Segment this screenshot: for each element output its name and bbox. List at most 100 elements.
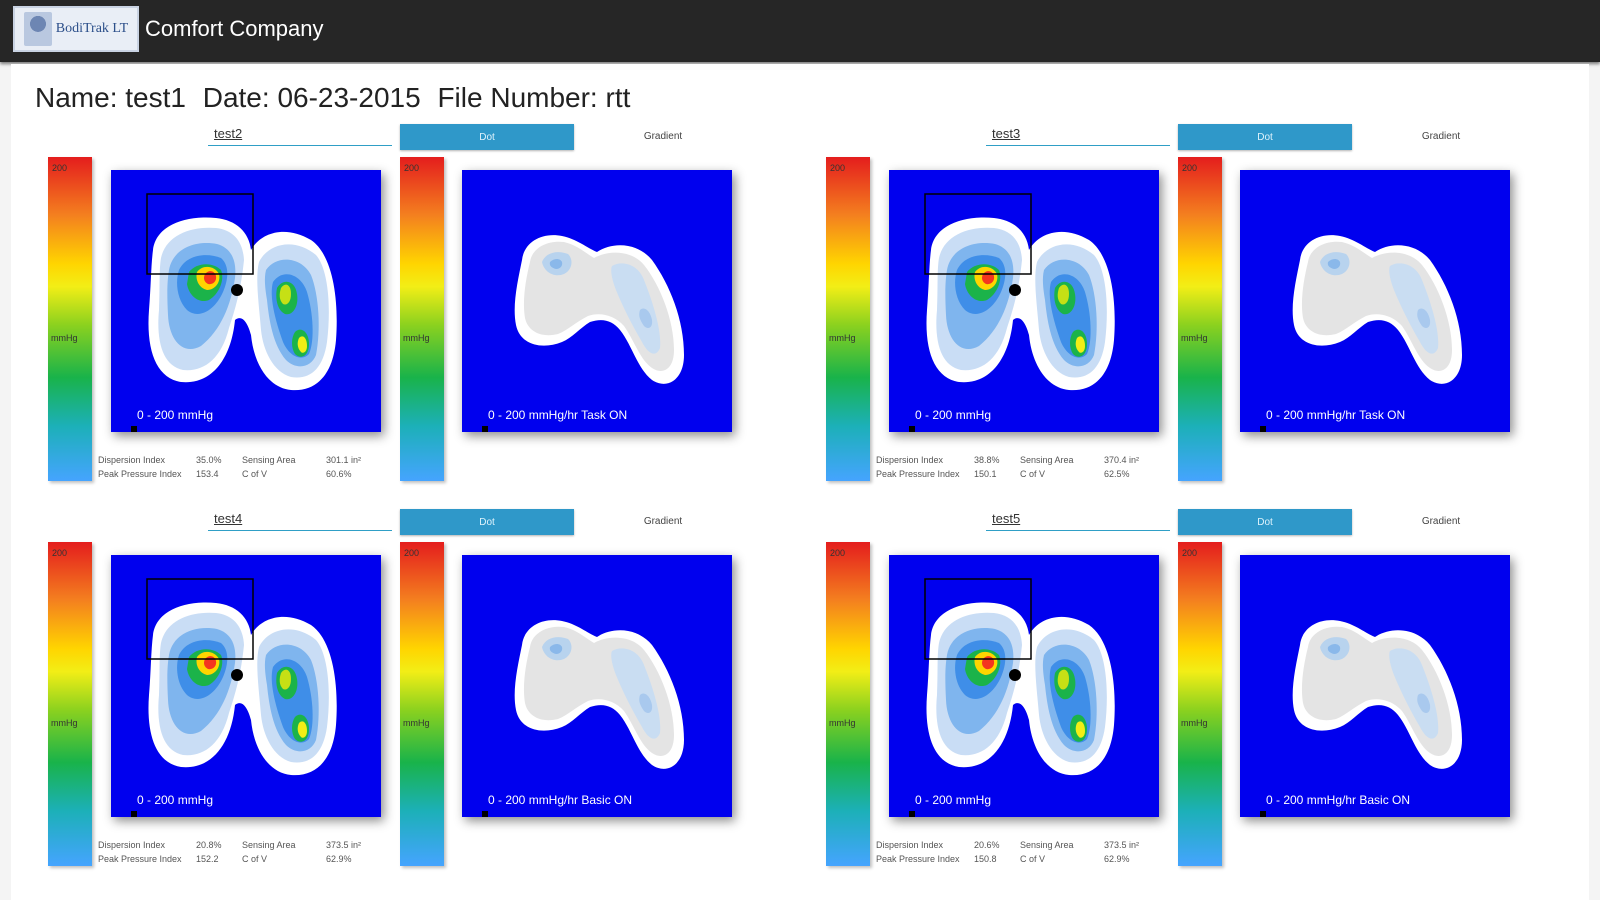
pressure-rate-contour bbox=[514, 620, 684, 769]
pressure-map-left[interactable]: 0 - 200 mmHg bbox=[889, 170, 1159, 432]
left-map-label: 0 - 200 mmHg bbox=[137, 793, 214, 807]
session-file-number: File Number: rtt bbox=[437, 82, 631, 113]
peak-pressure-index-value: 153.4 bbox=[196, 469, 219, 479]
sensing-area-value: 370.4 in² bbox=[1104, 455, 1140, 465]
rate-color-scale: 200 mmHg bbox=[400, 542, 444, 866]
sensing-area-value: 373.5 in² bbox=[326, 840, 362, 850]
gradient-view-button[interactable]: Gradient bbox=[618, 124, 708, 148]
pressure-contour bbox=[146, 578, 337, 776]
scale-unit-label: mmHg bbox=[403, 718, 430, 728]
pressure-rate-contour bbox=[1292, 620, 1462, 769]
pressure-contour bbox=[146, 193, 337, 391]
gradient-view-button[interactable]: Gradient bbox=[1396, 509, 1486, 533]
action-bar: BodiTrak LT Comfort Company bbox=[0, 0, 1600, 62]
comparison-panel-test3: test3 Dot Gradient 200 mmHg 0 - 200 mmHg bbox=[826, 124, 1586, 496]
app-logo[interactable]: BodiTrak LT bbox=[13, 6, 139, 52]
dot-view-button[interactable]: Dot bbox=[1178, 509, 1352, 535]
vitruvian-figure-icon bbox=[23, 12, 52, 46]
scale-unit-label: mmHg bbox=[403, 333, 430, 343]
pressure-map-right[interactable]: 0 - 200 mmHg/hr Basic ON bbox=[462, 555, 732, 817]
peak-pressure-index-value: 150.8 bbox=[974, 854, 997, 864]
scale-unit-label: mmHg bbox=[1181, 333, 1208, 343]
map-origin-marker bbox=[482, 811, 488, 817]
sensing-area-label: Sensing Area bbox=[242, 455, 296, 465]
dispersion-index-value: 38.8% bbox=[974, 455, 1000, 465]
pressure-color-scale: 200 mmHg bbox=[826, 542, 870, 866]
cofv-value: 62.9% bbox=[326, 854, 352, 864]
comparison-panel-test4: test4 Dot Gradient 200 mmHg 0 - 200 mmHg bbox=[48, 509, 808, 881]
map-origin-marker bbox=[131, 811, 137, 817]
scale-unit-label: mmHg bbox=[829, 718, 856, 728]
peak-pressure-index-value: 152.2 bbox=[196, 854, 219, 864]
pressure-map-left[interactable]: 0 - 200 mmHg bbox=[889, 555, 1159, 817]
cofv-label: C of V bbox=[1020, 469, 1046, 479]
scale-max-label: 200 bbox=[830, 163, 846, 173]
sensing-area-label: Sensing Area bbox=[1020, 455, 1074, 465]
app-title: Comfort Company bbox=[145, 16, 324, 41]
pressure-rate-contour bbox=[1292, 235, 1462, 384]
peak-pressure-index-label: Peak Pressure Index bbox=[98, 469, 182, 479]
pressure-statistics: Dispersion Index 20.6% Sensing Area 373.… bbox=[876, 840, 1166, 870]
dispersion-index-value: 20.8% bbox=[196, 840, 222, 850]
pressure-map-right[interactable]: 0 - 200 mmHg/hr Task ON bbox=[1240, 170, 1510, 432]
right-map-label: 0 - 200 mmHg/hr Basic ON bbox=[488, 793, 633, 807]
session-header: Name: test1 Date: 06-23-2015 File Number… bbox=[35, 82, 639, 114]
recording-name-tab[interactable]: test5 bbox=[986, 511, 1170, 531]
sensing-area-value: 373.5 in² bbox=[1104, 840, 1140, 850]
scale-max-label: 200 bbox=[1182, 163, 1198, 173]
rate-color-scale: 200 mmHg bbox=[1178, 542, 1222, 866]
cofv-value: 62.9% bbox=[1104, 854, 1130, 864]
comparison-panel-test5: test5 Dot Gradient 200 mmHg 0 - 200 mmHg bbox=[826, 509, 1586, 881]
session-date: Date: 06-23-2015 bbox=[202, 82, 421, 113]
pressure-map-right[interactable]: 0 - 200 mmHg/hr Basic ON bbox=[1240, 555, 1510, 817]
map-origin-marker bbox=[482, 426, 488, 432]
dispersion-index-label: Dispersion Index bbox=[98, 840, 166, 850]
map-origin-marker bbox=[909, 426, 915, 432]
scale-max-label: 200 bbox=[404, 163, 420, 173]
cofv-label: C of V bbox=[1020, 854, 1046, 864]
content-area: Name: test1 Date: 06-23-2015 File Number… bbox=[11, 64, 1589, 900]
dot-view-button[interactable]: Dot bbox=[400, 509, 574, 535]
logo-text: BodiTrak LT bbox=[55, 21, 129, 36]
pressure-statistics: Dispersion Index 35.0% Sensing Area 301.… bbox=[98, 455, 388, 485]
right-map-label: 0 - 200 mmHg/hr Task ON bbox=[488, 408, 628, 422]
pressure-color-scale: 200 mmHg bbox=[48, 542, 92, 866]
pressure-map-left[interactable]: 0 - 200 mmHg bbox=[111, 170, 381, 432]
cofv-value: 60.6% bbox=[326, 469, 352, 479]
pressure-statistics: Dispersion Index 20.8% Sensing Area 373.… bbox=[98, 840, 388, 870]
left-map-label: 0 - 200 mmHg bbox=[915, 408, 992, 422]
dispersion-index-label: Dispersion Index bbox=[876, 840, 944, 850]
pressure-rate-contour bbox=[514, 235, 684, 384]
left-map-label: 0 - 200 mmHg bbox=[137, 408, 214, 422]
recording-name-tab[interactable]: test4 bbox=[208, 511, 392, 531]
pressure-statistics: Dispersion Index 38.8% Sensing Area 370.… bbox=[876, 455, 1166, 485]
pressure-contour bbox=[924, 578, 1115, 776]
rate-color-scale: 200 mmHg bbox=[1178, 157, 1222, 481]
pressure-map-left[interactable]: 0 - 200 mmHg bbox=[111, 555, 381, 817]
scale-unit-label: mmHg bbox=[51, 333, 78, 343]
recording-name-tab[interactable]: test3 bbox=[986, 126, 1170, 146]
peak-pressure-index-label: Peak Pressure Index bbox=[876, 854, 960, 864]
pressure-contour bbox=[924, 193, 1115, 391]
left-map-label: 0 - 200 mmHg bbox=[915, 793, 992, 807]
scale-max-label: 200 bbox=[1182, 548, 1198, 558]
cofv-label: C of V bbox=[242, 854, 268, 864]
pressure-map-right[interactable]: 0 - 200 mmHg/hr Task ON bbox=[462, 170, 732, 432]
gradient-view-button[interactable]: Gradient bbox=[618, 509, 708, 533]
scale-unit-label: mmHg bbox=[1181, 718, 1208, 728]
pressure-color-scale: 200 mmHg bbox=[826, 157, 870, 481]
map-origin-marker bbox=[909, 811, 915, 817]
map-origin-marker bbox=[131, 426, 137, 432]
recording-name-tab[interactable]: test2 bbox=[208, 126, 392, 146]
rate-color-scale: 200 mmHg bbox=[400, 157, 444, 481]
right-map-label: 0 - 200 mmHg/hr Task ON bbox=[1266, 408, 1406, 422]
cofv-value: 62.5% bbox=[1104, 469, 1130, 479]
gradient-view-button[interactable]: Gradient bbox=[1396, 124, 1486, 148]
scale-max-label: 200 bbox=[52, 163, 68, 173]
dispersion-index-value: 20.6% bbox=[974, 840, 1000, 850]
dot-view-button[interactable]: Dot bbox=[1178, 124, 1352, 150]
dispersion-index-value: 35.0% bbox=[196, 455, 222, 465]
pressure-color-scale: 200 mmHg bbox=[48, 157, 92, 481]
dot-view-button[interactable]: Dot bbox=[400, 124, 574, 150]
session-name: Name: test1 bbox=[35, 82, 186, 113]
